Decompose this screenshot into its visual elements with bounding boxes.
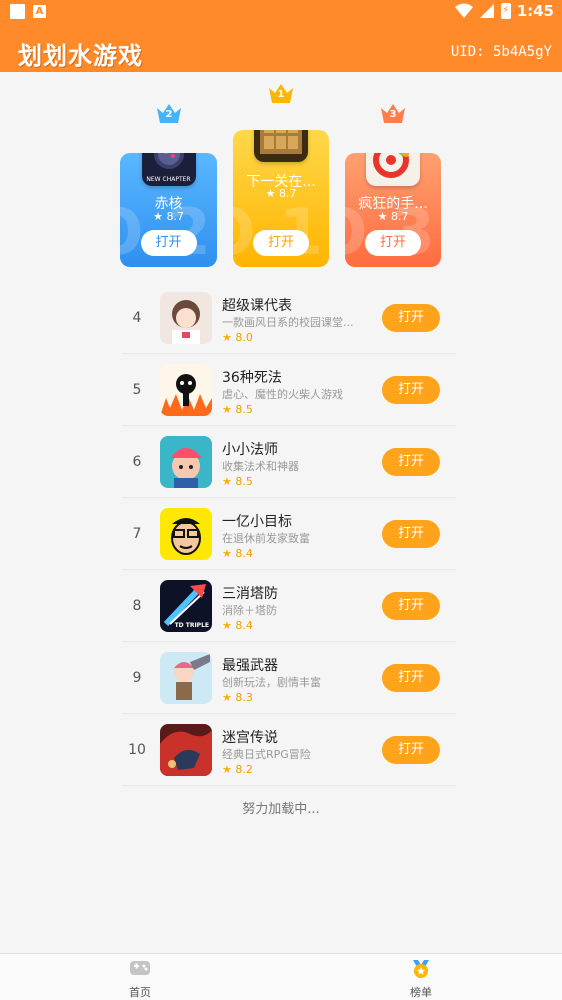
star-icon: ★ xyxy=(222,547,232,560)
game-desc: 经典日式RPG冒险 xyxy=(222,748,311,761)
game-icon-td-triple: TD TRIPLE xyxy=(160,580,212,632)
crown-rank1-icon: 1 xyxy=(268,82,294,104)
game-desc: 在退休前发家致富 xyxy=(222,532,310,545)
game-rating: ★ 8.2 xyxy=(222,763,253,776)
open-button[interactable]: 打开 xyxy=(382,664,440,692)
star-icon: ★ xyxy=(377,210,388,223)
user-uid: UID: 5b4A5gY xyxy=(450,44,552,60)
game-icon-little-mage xyxy=(160,436,212,488)
open-button[interactable]: 打开 xyxy=(365,230,421,256)
star-icon: ★ xyxy=(222,619,232,632)
game-icon-next-level xyxy=(254,130,308,162)
battery-icon xyxy=(500,3,511,19)
game-icon-36-deaths xyxy=(160,364,212,416)
game-desc: 创新玩法，剧情丰富 xyxy=(222,676,321,689)
wifi-icon xyxy=(454,3,473,18)
list-item[interactable]: 8 TD TRIPLE 三消塔防 消除＋塔防 ★ 8.4 打开 xyxy=(122,570,456,642)
podium-card-rank1[interactable]: NO.1 下一关在... ★ 8.7 打开 xyxy=(233,130,329,267)
open-button[interactable]: 打开 xyxy=(382,736,440,764)
rank-number: 6 xyxy=(132,454,142,470)
app-header: A 1:45 划划水游戏 UID: 5b4A5gY xyxy=(0,0,562,72)
star-icon: ★ xyxy=(153,210,163,223)
game-rating: ★ 8.3 xyxy=(222,691,253,704)
open-button[interactable]: 打开 xyxy=(382,304,440,332)
open-button[interactable]: 打开 xyxy=(253,230,309,256)
star-icon: ★ xyxy=(222,691,232,704)
rank-number: 9 xyxy=(132,670,142,686)
game-desc: 消除＋塔防 xyxy=(222,604,277,617)
podium-rating: ★ 8.7 xyxy=(377,210,409,223)
list-item[interactable]: 4 超级课代表 一款画风日系的校园课堂... ★ 8.0 打开 xyxy=(122,282,456,354)
nav-ranking-label: 榜单 xyxy=(410,986,432,999)
game-name: 最强武器 xyxy=(222,658,278,674)
bottom-nav: 首页 榜单 xyxy=(0,953,562,1000)
loading-indicator: 努力加载中... xyxy=(242,802,320,817)
game-desc: 虐心、魔性的火柴人游戏 xyxy=(222,388,343,401)
open-button[interactable]: 打开 xyxy=(140,230,197,256)
app-title: 划划水游戏 xyxy=(18,42,143,70)
notification-square-icon xyxy=(10,4,25,19)
crown-rank3-icon: 3 xyxy=(380,102,406,124)
rank-number: 7 xyxy=(132,526,142,542)
rank-number: 10 xyxy=(128,742,146,758)
star-icon: ★ xyxy=(265,187,276,200)
list-item[interactable]: 5 36种死法 虐心、魔性的火柴人游戏 ★ 8.5 打开 xyxy=(122,354,456,426)
game-rating: ★ 8.5 xyxy=(222,475,253,488)
game-icon-crazy-hand xyxy=(366,153,420,186)
app-screen: A 1:45 划划水游戏 UID: 5b4A5gY 2 1 xyxy=(0,0,562,1000)
gamepad-icon xyxy=(130,961,150,975)
crown-rank2-icon: 2 xyxy=(156,102,182,124)
game-icon-chihe: NEW CHAPTER xyxy=(141,153,196,186)
podium-card-rank2[interactable]: NO.2 NEW CHAPTER 赤核 ★ 8.7 打开 xyxy=(120,153,217,267)
podium-rating: ★ 8.7 xyxy=(265,187,297,200)
podium-card-rank3[interactable]: NO.3 疯狂的手... ★ 8.7 打开 xyxy=(345,153,441,267)
cell-signal-icon xyxy=(479,4,494,18)
game-icon-billion-goal xyxy=(160,508,212,560)
status-time: 1:45 xyxy=(516,2,554,20)
open-button[interactable]: 打开 xyxy=(382,448,440,476)
list-item[interactable]: 10 迷宫传说 经典日式RPG冒险 ★ 8.2 打开 xyxy=(122,714,456,786)
notification-a-icon: A xyxy=(33,5,46,18)
open-button[interactable]: 打开 xyxy=(382,520,440,548)
rank-number: 4 xyxy=(132,310,142,326)
star-icon: ★ xyxy=(222,763,232,776)
star-icon: ★ xyxy=(222,475,232,488)
ranking-list: 4 超级课代表 一款画风日系的校园课堂... ★ 8.0 打开 5 36种死法 … xyxy=(122,282,456,786)
rank-number: 8 xyxy=(132,598,142,614)
game-rating: ★ 8.4 xyxy=(222,619,253,632)
game-name: 一亿小目标 xyxy=(222,514,292,530)
game-name: 36种死法 xyxy=(222,370,282,386)
game-name: 迷宫传说 xyxy=(222,730,278,746)
nav-home-label: 首页 xyxy=(129,986,151,999)
open-button[interactable]: 打开 xyxy=(382,376,440,404)
list-item[interactable]: 6 小小法师 收集法术和神器 ★ 8.5 打开 xyxy=(122,426,456,498)
game-icon-class-rep xyxy=(160,292,212,344)
list-item[interactable]: 7 一亿小目标 在退休前发家致富 ★ 8.4 打开 xyxy=(122,498,456,570)
status-bar: A 1:45 xyxy=(0,0,562,24)
game-icon-maze-legend xyxy=(160,724,212,776)
nav-home[interactable]: 首页 xyxy=(100,958,180,1000)
game-icon-strongest-weapon xyxy=(160,652,212,704)
star-icon: ★ xyxy=(222,403,232,416)
nav-ranking[interactable]: 榜单 xyxy=(381,958,461,1000)
open-button[interactable]: 打开 xyxy=(382,592,440,620)
rank-number: 5 xyxy=(132,382,142,398)
star-icon: ★ xyxy=(222,331,232,344)
game-name: 小小法师 xyxy=(222,442,278,458)
list-item[interactable]: 9 最强武器 创新玩法，剧情丰富 ★ 8.3 打开 xyxy=(122,642,456,714)
game-rating: ★ 8.4 xyxy=(222,547,253,560)
game-desc: 收集法术和神器 xyxy=(222,460,299,473)
game-desc: 一款画风日系的校园课堂... xyxy=(222,316,354,329)
game-rating: ★ 8.5 xyxy=(222,403,253,416)
ranking-medal-icon xyxy=(413,960,429,978)
game-name: 超级课代表 xyxy=(222,298,292,314)
game-rating: ★ 8.0 xyxy=(222,331,253,344)
top3-podium: 2 1 3 NO.2 NEW CHAPTER 赤核 ★ 8.7 xyxy=(0,80,562,280)
game-name: 三消塔防 xyxy=(222,586,278,602)
podium-rating: ★ 8.7 xyxy=(153,210,184,223)
